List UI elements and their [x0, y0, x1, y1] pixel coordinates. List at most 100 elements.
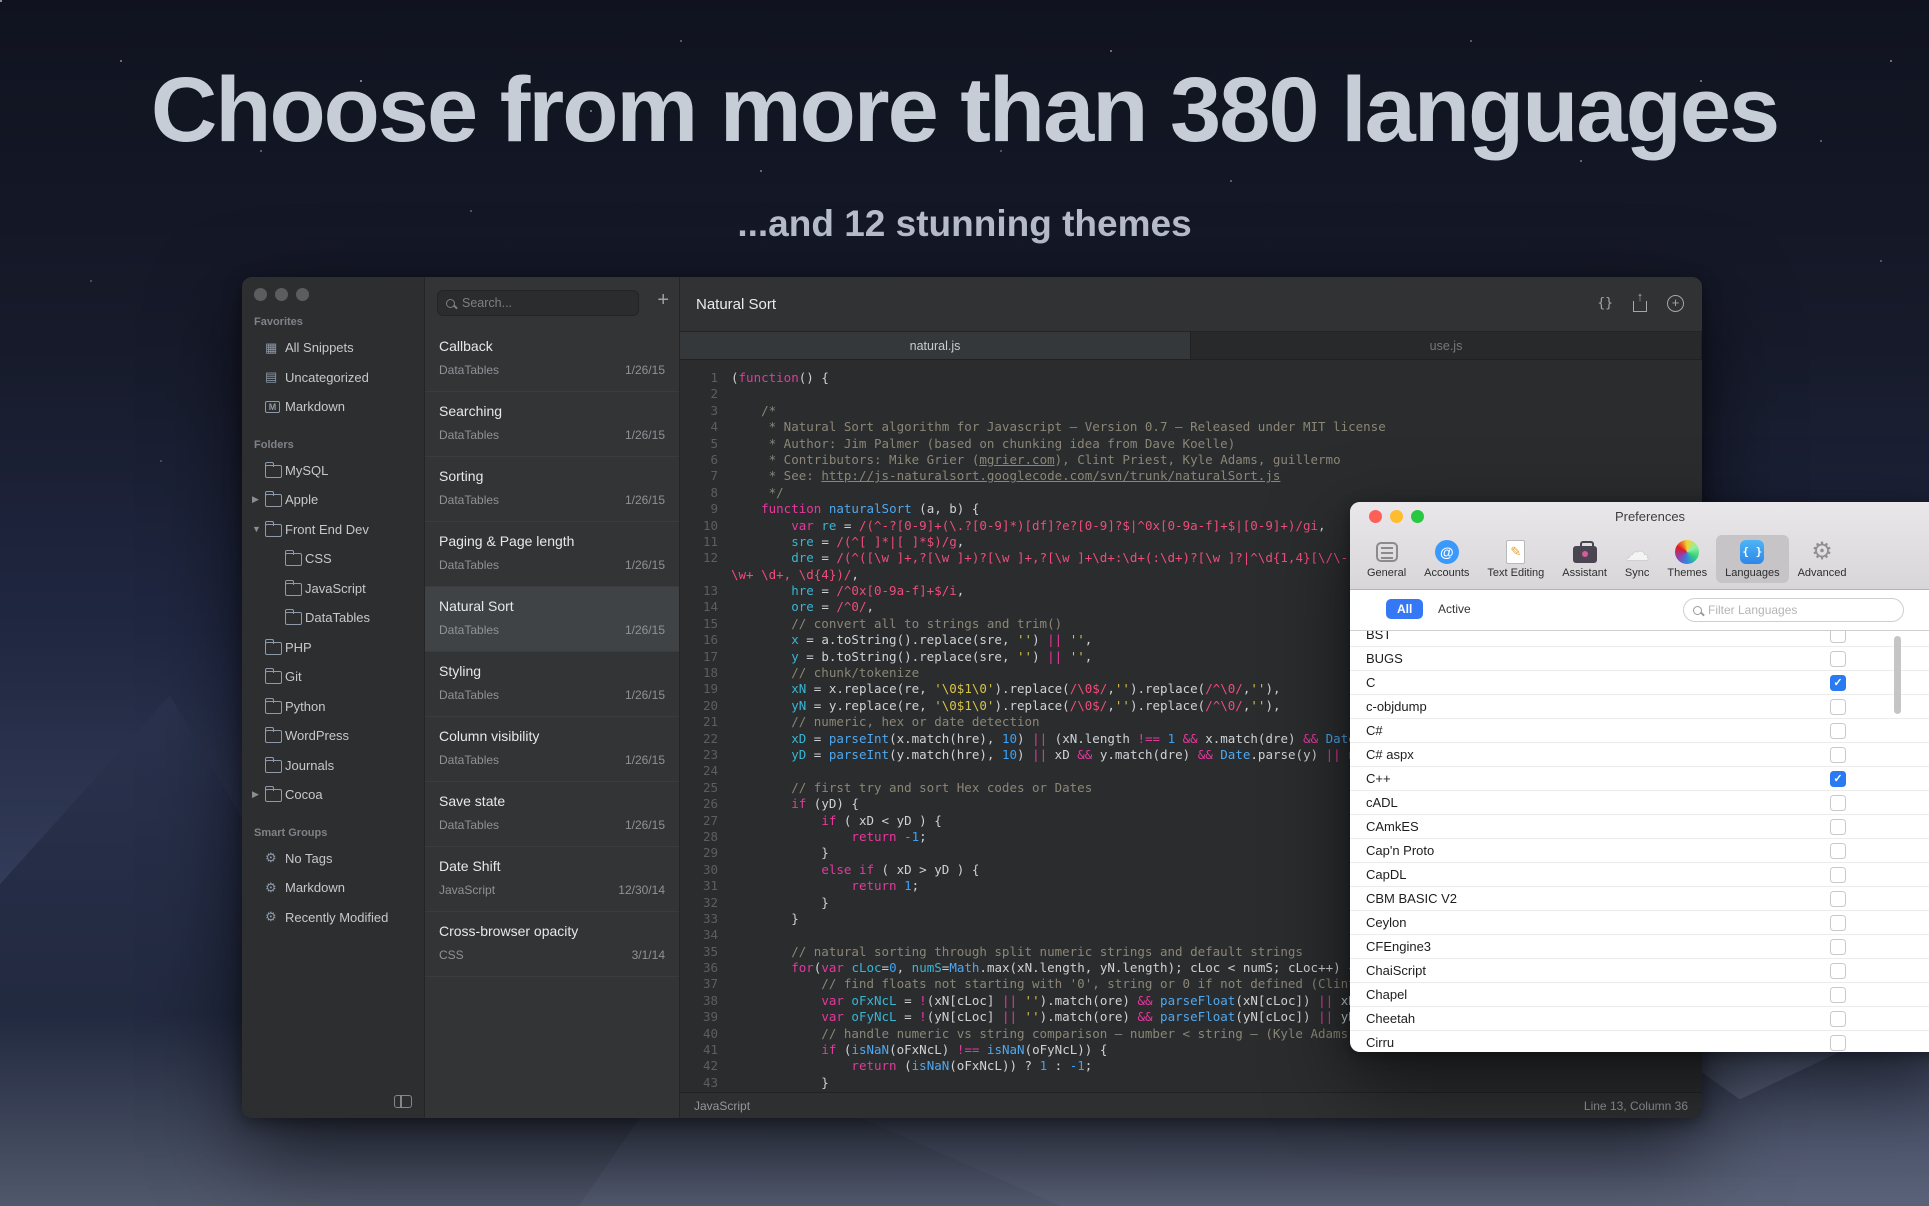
prefs-tab-general[interactable]: General	[1358, 535, 1415, 583]
sidebar-item-git[interactable]: Git	[242, 662, 424, 692]
language-row-chapel[interactable]: Chapel	[1350, 983, 1929, 1007]
snippet-row-sorting[interactable]: SortingDataTables1/26/15	[425, 457, 679, 522]
snippet-row-callback[interactable]: CallbackDataTables1/26/15	[425, 327, 679, 392]
scrollbar[interactable]	[1894, 632, 1902, 1048]
disclosure-expanded-icon[interactable]: ▼	[252, 524, 265, 534]
language-row-cbm-basic-v2[interactable]: CBM BASIC V2	[1350, 887, 1929, 911]
language-checkbox[interactable]	[1830, 915, 1846, 931]
snippet-row-paging-page-length[interactable]: Paging & Page lengthDataTables1/26/15	[425, 522, 679, 587]
language-row-cadl[interactable]: cADL	[1350, 791, 1929, 815]
prefs-tab-languages[interactable]: { }Languages	[1716, 535, 1788, 583]
language-row-chaiscript[interactable]: ChaiScript	[1350, 959, 1929, 983]
snippet-row-cross-browser-opacity[interactable]: Cross-browser opacityCSS3/1/14	[425, 912, 679, 977]
sidebar-item-journals[interactable]: Journals	[242, 751, 424, 781]
share-icon[interactable]	[1633, 301, 1647, 312]
language-row-cheetah[interactable]: Cheetah	[1350, 1007, 1929, 1031]
language-checkbox[interactable]	[1830, 939, 1846, 955]
prefs-tab-sync[interactable]: ☁Sync	[1616, 535, 1658, 583]
language-row-camkes[interactable]: CAmkES	[1350, 815, 1929, 839]
language-row-cirru[interactable]: Cirru	[1350, 1031, 1929, 1052]
language-row-c[interactable]: C#	[1350, 719, 1929, 743]
filter-field[interactable]	[1683, 598, 1904, 622]
line-number: 9	[692, 501, 718, 517]
zoom-button[interactable]	[296, 288, 309, 301]
language-checkbox[interactable]	[1830, 747, 1846, 763]
language-indicator[interactable]: JavaScript	[694, 1099, 750, 1113]
code-braces-icon[interactable]: {}	[1597, 296, 1613, 311]
close-button[interactable]	[254, 288, 267, 301]
sidebar-item-front-end-dev[interactable]: ▼Front End Dev	[242, 515, 424, 545]
language-row-c-objdump[interactable]: c-objdump	[1350, 695, 1929, 719]
prefs-tab-themes[interactable]: Themes	[1658, 535, 1716, 583]
language-checkbox[interactable]	[1830, 891, 1846, 907]
sidebar-item-wordpress[interactable]: WordPress	[242, 721, 424, 751]
snippet-row-save-state[interactable]: Save stateDataTables1/26/15	[425, 782, 679, 847]
sidebar-item-markdown[interactable]: MMarkdown	[242, 392, 424, 422]
disclosure-collapsed-icon[interactable]: ▶	[252, 789, 265, 800]
language-checkbox[interactable]	[1830, 699, 1846, 715]
language-checkbox[interactable]	[1830, 987, 1846, 1003]
snippet-row-searching[interactable]: SearchingDataTables1/26/15	[425, 392, 679, 457]
sidebar-item-cocoa[interactable]: ▶Cocoa	[242, 780, 424, 810]
add-snippet-button[interactable]: +	[657, 289, 669, 312]
snippet-row-date-shift[interactable]: Date ShiftJavaScript12/30/14	[425, 847, 679, 912]
language-row-cfengine3[interactable]: CFEngine3	[1350, 935, 1929, 959]
sidebar-item-no-tags[interactable]: ⚙No Tags	[242, 844, 424, 874]
segment-active[interactable]: Active	[1438, 602, 1471, 616]
language-row-c[interactable]: C✓	[1350, 671, 1929, 695]
snippet-row-natural-sort[interactable]: Natural SortDataTables1/26/15	[425, 587, 679, 652]
language-checkbox[interactable]	[1830, 867, 1846, 883]
segment-all[interactable]: All	[1386, 599, 1423, 619]
sidebar-item-css[interactable]: CSS	[242, 544, 424, 574]
sidebar-item-datatables[interactable]: DataTables	[242, 603, 424, 633]
search-field[interactable]	[437, 290, 639, 316]
language-name: CBM BASIC V2	[1366, 891, 1457, 906]
language-row-ceylon[interactable]: Ceylon	[1350, 911, 1929, 935]
language-checkbox[interactable]	[1830, 630, 1846, 643]
sidebar-item-javascript[interactable]: JavaScript	[242, 574, 424, 604]
sidebar-item-uncategorized[interactable]: ▤Uncategorized	[242, 363, 424, 393]
language-checkbox[interactable]	[1830, 1011, 1846, 1027]
sidebar-item-mysql[interactable]: MySQL	[242, 456, 424, 486]
minimize-button[interactable]	[275, 288, 288, 301]
language-row-c[interactable]: C++✓	[1350, 767, 1929, 791]
search-input[interactable]	[462, 296, 630, 310]
language-checkbox[interactable]	[1830, 1035, 1846, 1051]
sidebar-item-all-snippets[interactable]: ▦All Snippets	[242, 333, 424, 363]
snippet-row-styling[interactable]: StylingDataTables1/26/15	[425, 652, 679, 717]
language-row-c-aspx[interactable]: C# aspx	[1350, 743, 1929, 767]
language-row-bugs[interactable]: BUGS	[1350, 647, 1929, 671]
filter-languages-input[interactable]	[1708, 603, 1894, 617]
language-checkbox[interactable]: ✓	[1830, 675, 1846, 691]
prefs-tab-label: Themes	[1667, 567, 1707, 579]
prefs-tab-assistant[interactable]: Assistant	[1553, 535, 1616, 583]
folder-icon	[265, 758, 285, 773]
language-checkbox[interactable]	[1830, 795, 1846, 811]
language-checkbox[interactable]	[1830, 723, 1846, 739]
language-checkbox[interactable]	[1830, 819, 1846, 835]
language-checkbox[interactable]	[1830, 963, 1846, 979]
snippet-row-column-visibility[interactable]: Column visibilityDataTables1/26/15	[425, 717, 679, 782]
sidebar-item-markdown[interactable]: ⚙Markdown	[242, 873, 424, 903]
prefs-tab-advanced[interactable]: ⚙Advanced	[1789, 535, 1856, 583]
language-row-cap-n-proto[interactable]: Cap'n Proto	[1350, 839, 1929, 863]
tab-natural-js[interactable]: natural.js	[680, 332, 1191, 359]
scrollbar-thumb[interactable]	[1894, 636, 1901, 714]
language-row-capdl[interactable]: CapDL	[1350, 863, 1929, 887]
language-checkbox[interactable]	[1830, 651, 1846, 667]
sidebar-toggle-icon[interactable]	[394, 1095, 412, 1108]
disclosure-collapsed-icon[interactable]: ▶	[252, 494, 265, 505]
sidebar-item-apple[interactable]: ▶Apple	[242, 485, 424, 515]
prefs-tab-accounts[interactable]: @Accounts	[1415, 535, 1478, 583]
code-text: var oFxNcL = !(xN[cLoc] || '').match(ore…	[731, 993, 1446, 1008]
sidebar-item-recently-modified[interactable]: ⚙Recently Modified	[242, 903, 424, 933]
sidebar-item-python[interactable]: Python	[242, 692, 424, 722]
language-row-bst[interactable]: BST	[1350, 630, 1929, 647]
prefs-tab-text-editing[interactable]: ✎Text Editing	[1478, 535, 1553, 583]
sidebar-item-php[interactable]: PHP	[242, 633, 424, 663]
language-checkbox[interactable]	[1830, 843, 1846, 859]
add-fragment-icon[interactable]: +	[1667, 295, 1684, 312]
code-text: * See: http://js-naturalsort.googlecode.…	[731, 468, 1280, 483]
tab-use-js[interactable]: use.js	[1191, 332, 1702, 359]
language-checkbox[interactable]: ✓	[1830, 771, 1846, 787]
